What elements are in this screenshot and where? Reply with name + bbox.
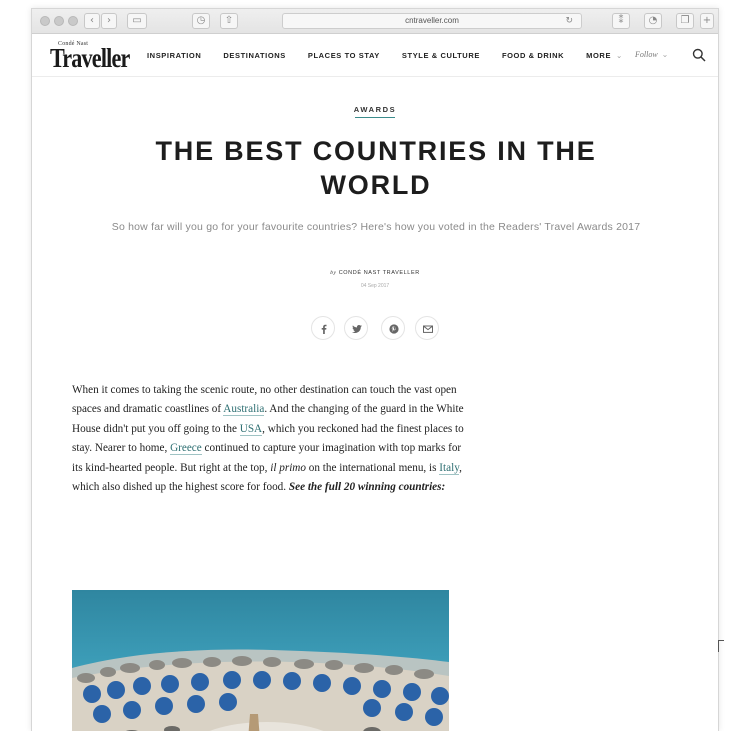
downloads-button[interactable]: ◔ bbox=[644, 13, 662, 29]
mail-icon bbox=[423, 325, 433, 333]
history-button[interactable]: ◷ bbox=[192, 13, 210, 29]
follow-menu[interactable]: Follow ⌄ bbox=[635, 50, 668, 59]
byline-prefix: by bbox=[330, 270, 337, 276]
chevron-down-icon: ⌄ bbox=[616, 51, 623, 60]
pinterest-icon bbox=[389, 324, 399, 334]
follow-label: Follow bbox=[635, 50, 658, 59]
sidebar-toggle-button[interactable]: ▭ bbox=[127, 13, 147, 29]
new-tab-button[interactable]: + bbox=[700, 13, 714, 29]
page-edge-mark bbox=[718, 640, 724, 652]
share-facebook-button[interactable] bbox=[311, 316, 335, 340]
zoom-window-button[interactable] bbox=[68, 16, 78, 26]
body-italic-il-primo: il primo bbox=[270, 461, 306, 474]
article-dek: So how far will you go for your favourit… bbox=[111, 221, 641, 233]
nav-more[interactable]: MORE ⌄ bbox=[586, 51, 623, 60]
share-icon: ⇧ bbox=[224, 15, 234, 26]
twitter-icon bbox=[352, 325, 362, 333]
plus-icon: + bbox=[702, 15, 712, 26]
site-logo[interactable]: Condé Nast Traveller bbox=[50, 41, 130, 72]
minimize-window-button[interactable] bbox=[54, 16, 64, 26]
logo-wordmark: Traveller bbox=[50, 43, 130, 73]
chevron-down-icon: ⌄ bbox=[661, 50, 669, 59]
link-italy[interactable]: Italy bbox=[439, 461, 460, 475]
back-button[interactable]: ‹ bbox=[84, 13, 100, 29]
browser-window: ‹ › ▭ ◷ ⇧ cntraveller.com ↻ ⁑ ◔ ❐ + Cond… bbox=[31, 8, 719, 731]
extension-icon: ⁑ bbox=[618, 15, 624, 26]
link-greece[interactable]: Greece bbox=[170, 442, 202, 456]
clock-icon: ◷ bbox=[196, 15, 206, 26]
kicker-underline bbox=[355, 117, 395, 118]
article-byline: by CONDÉ NAST TRAVELLER bbox=[32, 270, 718, 276]
share-email-button[interactable] bbox=[415, 316, 439, 340]
nav-destinations[interactable]: DESTINATIONS bbox=[223, 51, 285, 60]
browser-toolbar: ‹ › ▭ ◷ ⇧ cntraveller.com ↻ ⁑ ◔ ❐ + bbox=[32, 9, 718, 34]
body-text-5: on the international menu, is bbox=[305, 461, 440, 474]
article-kicker[interactable]: AWARDS bbox=[32, 105, 718, 114]
article-body: When it comes to taking the scenic route… bbox=[72, 381, 472, 497]
nav-food-drink[interactable]: FOOD & DRINK bbox=[502, 51, 564, 60]
url-text: cntraveller.com bbox=[405, 16, 459, 25]
chevron-right-icon: › bbox=[107, 15, 111, 26]
see-full-list: See the full 20 winning countries: bbox=[288, 481, 446, 494]
tabs-button[interactable]: ❐ bbox=[676, 13, 694, 29]
address-bar[interactable]: cntraveller.com ↻ bbox=[282, 13, 582, 29]
search-icon[interactable] bbox=[692, 48, 706, 62]
article-date: 04 Sep 2017 bbox=[360, 283, 390, 289]
chevron-left-icon: ‹ bbox=[90, 15, 94, 26]
beach-photo bbox=[72, 590, 449, 731]
nav-more-label: MORE bbox=[586, 51, 612, 60]
link-usa[interactable]: USA bbox=[239, 422, 263, 436]
link-australia[interactable]: Australia bbox=[223, 403, 265, 417]
hero-image bbox=[72, 590, 449, 731]
reload-icon[interactable]: ↻ bbox=[565, 14, 573, 28]
extension-button[interactable]: ⁑ bbox=[612, 13, 630, 29]
share-twitter-button[interactable] bbox=[344, 316, 368, 340]
tabs-icon: ❐ bbox=[680, 15, 690, 26]
byline-author[interactable]: CONDÉ NAST TRAVELLER bbox=[339, 270, 420, 276]
close-window-button[interactable] bbox=[40, 16, 50, 26]
share-page-button[interactable]: ⇧ bbox=[220, 13, 238, 29]
nav-inspiration[interactable]: INSPIRATION bbox=[147, 51, 201, 60]
sidebar-icon: ▭ bbox=[132, 15, 142, 26]
site-header: Condé Nast Traveller INSPIRATION DESTINA… bbox=[32, 35, 718, 77]
article-headline: THE BEST COUNTRIES IN THE WORLD bbox=[155, 136, 597, 200]
facebook-icon bbox=[321, 324, 327, 334]
nav-places-to-stay[interactable]: PLACES TO STAY bbox=[308, 51, 380, 60]
download-icon: ◔ bbox=[648, 15, 658, 26]
forward-button[interactable]: › bbox=[101, 13, 117, 29]
nav-style-culture[interactable]: STYLE & CULTURE bbox=[402, 51, 480, 60]
main-nav: INSPIRATION DESTINATIONS PLACES TO STAY … bbox=[147, 51, 645, 60]
share-pinterest-button[interactable] bbox=[381, 316, 405, 340]
